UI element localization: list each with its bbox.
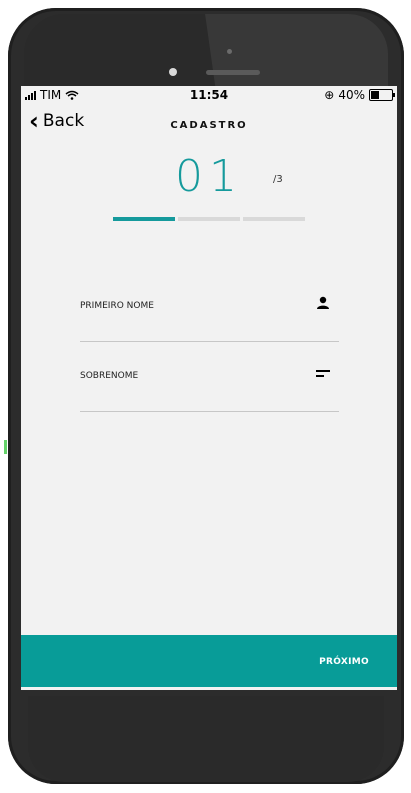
battery-percent: 40%: [338, 88, 365, 102]
phone-bottom-bezel: [28, 696, 384, 782]
phone-top-bezel: [24, 14, 388, 94]
progress-bar: [113, 217, 305, 221]
first-name-field[interactable]: PRIMEIRO NOME: [80, 296, 339, 342]
nav-bar: ‹ Back CADASTRO: [21, 109, 397, 137]
phone-frame: TIM 11:54 ⊕ 40% ‹ Back CADASTRO 01 /3 PR…: [8, 8, 404, 784]
user-icon: [315, 295, 331, 311]
step-indicator: 01 /3: [21, 151, 397, 202]
progress-segment-1: [113, 217, 175, 221]
earpiece-speaker: [206, 70, 260, 75]
progress-segment-2: [178, 217, 240, 221]
progress-segment-3: [243, 217, 305, 221]
orientation-lock-icon: ⊕: [324, 88, 335, 102]
last-name-label: SOBRENOME: [80, 371, 139, 381]
status-bar: TIM 11:54 ⊕ 40%: [21, 86, 397, 104]
last-name-field[interactable]: SOBRENOME: [80, 370, 339, 412]
page-title: CADASTRO: [170, 120, 248, 131]
battery-icon: [369, 89, 395, 101]
bezel-glare: [203, 14, 388, 94]
footer-bar: PRÓXIMO: [21, 635, 397, 687]
step-current: 01: [175, 151, 243, 202]
decorative-green-marker: [4, 440, 7, 454]
step-total: /3: [273, 174, 283, 185]
app-screen: TIM 11:54 ⊕ 40% ‹ Back CADASTRO 01 /3 PR…: [21, 86, 397, 690]
status-right: ⊕ 40%: [324, 88, 395, 102]
text-lines-icon: [315, 365, 331, 381]
front-camera: [169, 68, 177, 76]
proximity-sensor: [227, 49, 232, 54]
next-button[interactable]: PRÓXIMO: [319, 657, 369, 667]
first-name-label: PRIMEIRO NOME: [80, 301, 154, 311]
battery-fill: [371, 91, 379, 99]
